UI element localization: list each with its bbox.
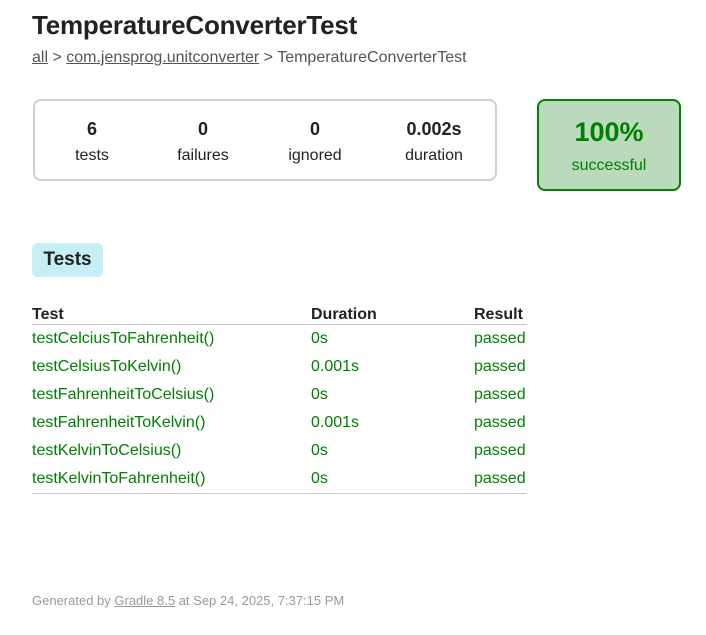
test-name: testKelvinToCelsius() [32, 442, 182, 459]
tests-table: Test Duration Result testCelciusToFahren… [32, 300, 527, 494]
test-name: testCelciusToFahrenheit() [32, 330, 215, 347]
table-row: testKelvinToCelsius() 0s passed [32, 437, 527, 465]
success-label: successful [571, 157, 647, 174]
duration-counter: 0.002s duration [379, 101, 489, 179]
gradle-link[interactable]: Gradle 8.5 [114, 593, 175, 608]
breadcrumb-all-link[interactable]: all [32, 49, 48, 66]
footer-timestamp: at Sep 24, 2025, 7:37:15 PM [175, 593, 345, 608]
table-row: testCelsiusToKelvin() 0.001s passed [32, 353, 527, 381]
test-name: testFahrenheitToKelvin() [32, 414, 206, 431]
test-result: passed [474, 465, 527, 494]
test-duration: 0s [311, 330, 328, 347]
tests-count: 6 [86, 119, 97, 139]
header-result: Result [474, 300, 527, 325]
test-duration: 0s [311, 465, 474, 494]
table-row: testFahrenheitToCelsius() 0s passed [32, 381, 527, 409]
test-result: passed [474, 442, 526, 459]
tests-counter: 6 tests [37, 101, 147, 179]
test-result: passed [474, 414, 526, 431]
table-row: testKelvinToFahrenheit() 0s passed [32, 465, 527, 494]
summary-box: 6 tests 0 failures 0 ignored 0.002s dura… [33, 99, 497, 181]
page-title: TemperatureConverterTest [32, 10, 358, 40]
table-header-row: Test Duration Result [32, 300, 527, 325]
test-name: testFahrenheitToCelsius() [32, 386, 215, 403]
breadcrumb: all > com.jensprog.unitconverter > Tempe… [32, 49, 467, 67]
test-name: testCelsiusToKelvin() [32, 358, 182, 375]
header-test: Test [32, 300, 311, 325]
failures-label: failures [177, 147, 229, 164]
test-result: passed [474, 330, 526, 347]
test-name: testKelvinToFahrenheit() [32, 465, 311, 494]
breadcrumb-package-link[interactable]: com.jensprog.unitconverter [66, 49, 259, 66]
test-duration: 0s [311, 442, 328, 459]
table-row: testCelciusToFahrenheit() 0s passed [32, 325, 527, 354]
success-rate-box: 100% successful [537, 99, 681, 191]
footer-prefix: Generated by [32, 593, 115, 608]
test-duration: 0.001s [311, 414, 360, 431]
test-duration: 0.001s [311, 358, 360, 375]
failures-counter: 0 failures [148, 101, 258, 179]
test-result: passed [474, 386, 526, 403]
table-row: testFahrenheitToKelvin() 0.001s passed [32, 409, 527, 437]
test-duration: 0s [311, 386, 328, 403]
ignored-count: 0 [309, 119, 320, 139]
tests-label: tests [75, 147, 109, 164]
breadcrumb-separator: > [259, 49, 278, 66]
test-result: passed [474, 358, 526, 375]
breadcrumb-current: TemperatureConverterTest [277, 49, 467, 66]
ignored-label: ignored [288, 147, 342, 164]
duration-value: 0.002s [406, 119, 462, 139]
header-duration: Duration [311, 300, 474, 325]
failures-count: 0 [197, 119, 208, 139]
footer: Generated by Gradle 8.5 at Sep 24, 2025,… [32, 593, 344, 608]
breadcrumb-separator: > [48, 49, 67, 66]
success-rate: 100% [574, 117, 644, 147]
duration-label: duration [405, 147, 463, 164]
ignored-counter: 0 ignored [260, 101, 370, 179]
tab-tests[interactable]: Tests [32, 243, 103, 277]
